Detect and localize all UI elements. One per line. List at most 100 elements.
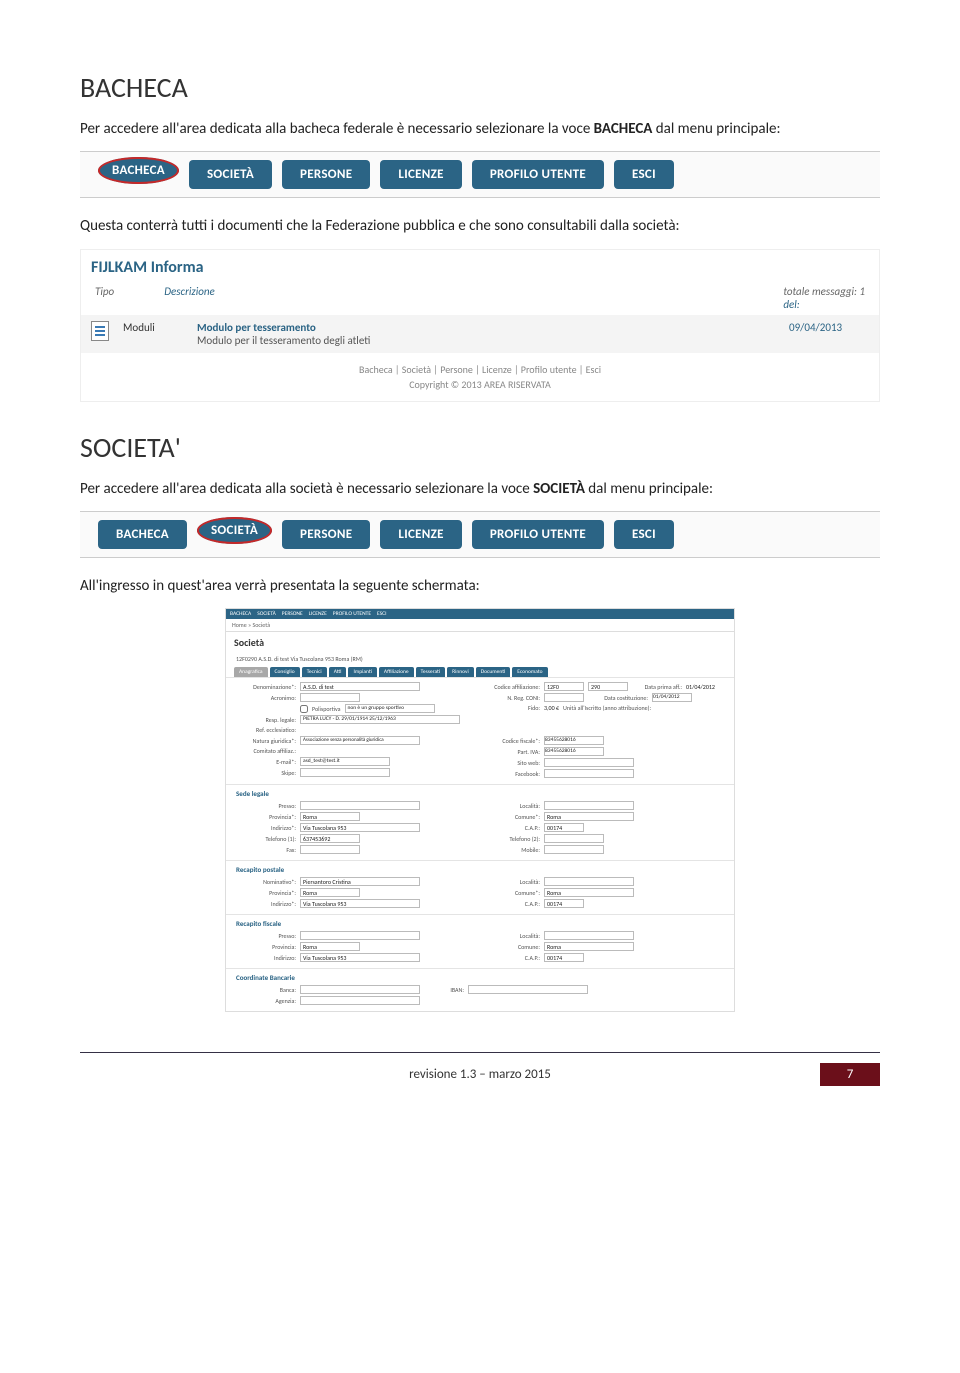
nav-bacheca-2[interactable]: BACHECA xyxy=(98,520,187,549)
nav-esci[interactable]: ESCI xyxy=(614,160,674,189)
presso-input[interactable] xyxy=(300,801,420,810)
nav-profilo-2[interactable]: PROFILO UTENTE xyxy=(472,520,604,549)
tab-impianti[interactable]: Impianti xyxy=(348,667,376,677)
row-title[interactable]: Modulo per tesseramento xyxy=(197,321,775,334)
fb-input[interactable] xyxy=(544,769,634,778)
piva-input[interactable]: 83455628016 xyxy=(544,747,604,756)
nav-persone[interactable]: PERSONE xyxy=(282,160,370,189)
tab-tesserati[interactable]: Tesserati xyxy=(416,667,445,677)
document-icon[interactable] xyxy=(91,321,109,341)
cap-input[interactable]: 00174 xyxy=(544,823,584,832)
nreg-input[interactable] xyxy=(544,693,584,702)
t: PERSONE xyxy=(282,611,303,617)
fisc-com-select[interactable]: Roma xyxy=(544,942,634,951)
nav-licenze[interactable]: LICENZE xyxy=(380,160,461,189)
post-loc-input[interactable] xyxy=(544,877,634,886)
lbl: Telefono (1): xyxy=(236,835,296,843)
nav-bacheca[interactable]: BACHECA xyxy=(98,157,179,184)
tab-tecnici[interactable]: Tecnici xyxy=(302,667,327,677)
fisc-prov-select[interactable]: Roma xyxy=(300,942,360,951)
fisc-ind-input[interactable]: Via Tuscolana 953 xyxy=(300,953,420,962)
t: BACHECA xyxy=(230,611,251,617)
polisportiva-checkbox[interactable] xyxy=(300,705,308,713)
lbl: Comune*: xyxy=(480,889,540,897)
email-input[interactable]: asd_test@test.it xyxy=(300,757,390,766)
nav-esci-2[interactable]: ESCI xyxy=(614,520,674,549)
heading-bacheca: BACHECA xyxy=(80,70,880,105)
lbl: C.A.P.: xyxy=(480,824,540,832)
nav-profilo[interactable]: PROFILO UTENTE xyxy=(472,160,604,189)
comune-select[interactable]: Roma xyxy=(544,812,634,821)
nominativo-input[interactable]: Piersantoro Cristina xyxy=(300,877,420,886)
banca-input[interactable] xyxy=(300,985,420,994)
fax-input[interactable] xyxy=(300,845,360,854)
lbl: Codice fiscale*: xyxy=(480,737,540,745)
web-input[interactable] xyxy=(544,758,634,767)
lbl: Data prima aff.: xyxy=(632,683,682,691)
table-row: Moduli Modulo per tesseramento Modulo pe… xyxy=(81,315,879,353)
lbl: Comitato affiliaz.: xyxy=(236,747,296,755)
navbar-2: BACHECA SOCIETÀ PERSONE LICENZE PROFILO … xyxy=(80,511,880,558)
fisc-loc-input[interactable] xyxy=(544,931,634,940)
nav-licenze-2[interactable]: LICENZE xyxy=(380,520,461,549)
acronimo-input[interactable] xyxy=(300,693,360,702)
agenzia-input[interactable] xyxy=(300,996,420,1005)
post-prov-select[interactable]: Roma xyxy=(300,888,360,897)
lbl: IBAN: xyxy=(424,986,464,994)
lbl: Provincia*: xyxy=(236,889,296,897)
fisc-cap-input[interactable]: 00174 xyxy=(544,953,584,962)
col-descrizione: Descrizione xyxy=(164,285,215,311)
post-cap-input[interactable]: 00174 xyxy=(544,899,584,908)
indirizzo-input[interactable]: Via Tuscolana 953 xyxy=(300,823,420,832)
prov-select[interactable]: Roma xyxy=(300,812,360,821)
section-recapito-fiscale: Recapito fiscale xyxy=(236,919,724,928)
lbl: Agenzia: xyxy=(236,997,296,1005)
fisc-presso-input[interactable] xyxy=(300,931,420,940)
form-title: Società xyxy=(226,632,734,653)
resplegale-input[interactable]: PIETRA LUCY - D. 29/01/1914 25/12/1963 xyxy=(300,715,460,724)
iban-input[interactable] xyxy=(468,985,588,994)
tab-affiliazione[interactable]: Affiliazione xyxy=(379,667,414,677)
lbl: Telefono (2): xyxy=(480,835,540,843)
lbl: Fido: xyxy=(480,704,540,712)
cod2[interactable]: 290 xyxy=(588,682,628,691)
polisportiva-select[interactable]: non è un gruppo sportivo xyxy=(345,704,435,713)
cod1[interactable]: 12F0 xyxy=(544,682,584,691)
lbl: Ref. ecclesiatico: xyxy=(236,726,296,734)
lbl: Mobile: xyxy=(480,846,540,854)
tab-consiglio[interactable]: Consiglio xyxy=(270,667,300,677)
lbl: Natura giuridica*: xyxy=(236,737,296,745)
page-number: 7 xyxy=(820,1063,880,1086)
denominazione-input[interactable]: A.S.D. di test xyxy=(300,682,420,691)
nav-societa[interactable]: SOCIETÀ xyxy=(189,160,272,189)
tab-anagrafica[interactable]: Anagrafica xyxy=(234,667,268,677)
loc-input[interactable] xyxy=(544,801,634,810)
tab-documenti[interactable]: Documenti xyxy=(476,667,511,677)
tel2-input[interactable] xyxy=(544,834,604,843)
mobile-input[interactable] xyxy=(544,845,604,854)
text: dal menu principale: xyxy=(652,120,780,138)
nav-persone-2[interactable]: PERSONE xyxy=(282,520,370,549)
tab-economato[interactable]: Economato xyxy=(512,667,547,677)
post-com-select[interactable]: Roma xyxy=(544,888,634,897)
lbl: Località: xyxy=(480,932,540,940)
total-msg: totale messaggi: 1 xyxy=(783,285,865,298)
tab-atti[interactable]: Atti xyxy=(329,667,347,677)
skype-input[interactable] xyxy=(300,768,390,777)
text: Per accedere all'area dedicata alla bach… xyxy=(80,120,594,138)
nav-societa-2[interactable]: SOCIETÀ xyxy=(197,517,272,544)
post-ind-input[interactable]: Via Tuscolana 953 xyxy=(300,899,420,908)
text: Per accedere all'area dedicata alla soci… xyxy=(80,480,533,498)
tab-rinnovi[interactable]: Rinnovi xyxy=(447,667,474,677)
datcos-input[interactable]: 01/04/2012 xyxy=(652,693,692,702)
breadcrumb: Home » Società xyxy=(226,619,734,632)
tel1-input[interactable]: 637453692 xyxy=(300,834,360,843)
natura-select[interactable]: Associazione senza personalità giuridica xyxy=(300,736,420,745)
lbl: Località: xyxy=(480,802,540,810)
cf-input[interactable]: 83455628016 xyxy=(544,736,604,745)
lbl: Sito web: xyxy=(480,759,540,767)
val: 01/04/2012 xyxy=(686,683,715,691)
intro-societa: Per accedere all'area dedicata alla soci… xyxy=(80,479,880,499)
bold-societa: SOCIETÀ xyxy=(533,480,585,498)
lbl: Polisportiva xyxy=(312,705,341,713)
